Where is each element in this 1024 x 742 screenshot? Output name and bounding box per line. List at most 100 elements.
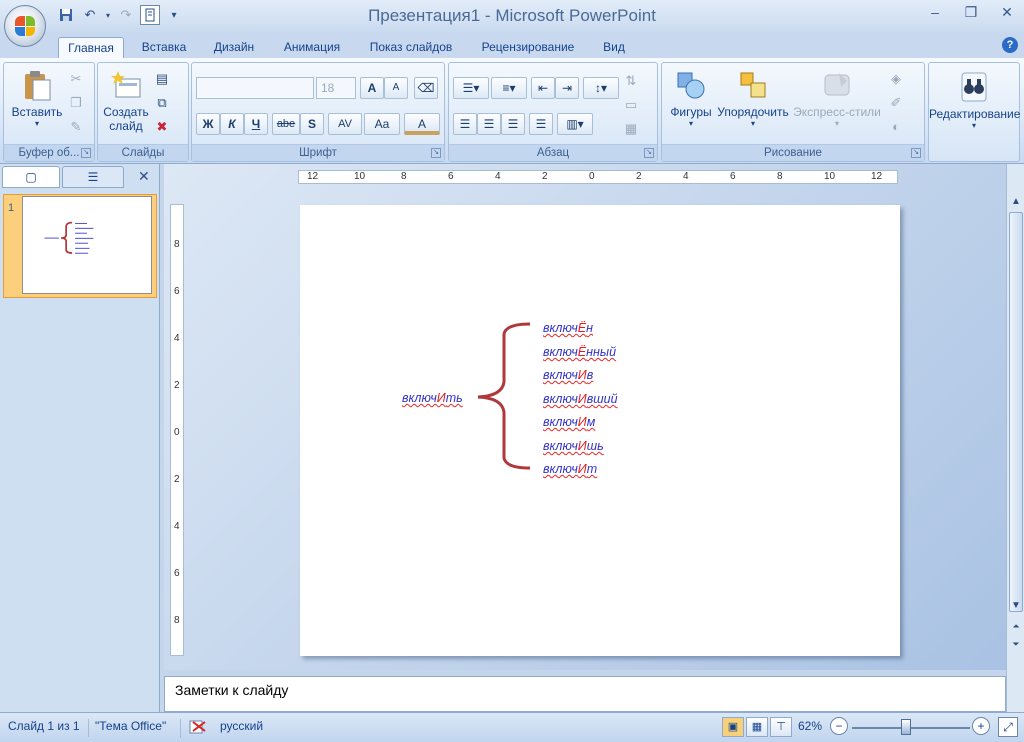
help-icon[interactable]: ? <box>1002 37 1018 53</box>
next-slide-icon[interactable]: ⏷ <box>1008 636 1024 652</box>
restore-button[interactable]: ❐ <box>960 4 982 24</box>
smartart-icon[interactable]: ▦ <box>621 119 641 139</box>
font-color-button[interactable]: A <box>404 113 440 135</box>
underline-button[interactable]: Ч <box>244 113 268 135</box>
tab-slides-thumbnails[interactable]: ▢ <box>2 166 60 188</box>
clipboard-launcher-icon[interactable]: ↘ <box>81 148 91 158</box>
word-form[interactable]: включЁнный <box>543 345 616 359</box>
align-center-icon[interactable]: ☰ <box>477 113 501 135</box>
arrange-button[interactable]: Упорядочить ▾ <box>716 69 790 128</box>
columns-button[interactable]: ▥▾ <box>557 113 593 135</box>
word-form-stem: включ <box>543 439 578 453</box>
font-size-combo[interactable]: 18 <box>316 77 356 99</box>
word-form[interactable]: включЁн <box>543 321 593 335</box>
format-painter-icon[interactable]: ✎ <box>66 117 86 137</box>
scroll-up-icon[interactable]: ▲ <box>1008 194 1024 210</box>
close-button[interactable]: ✕ <box>996 4 1018 24</box>
zoom-slider-handle[interactable] <box>900 719 911 735</box>
minimize-button[interactable]: – <box>924 4 946 24</box>
cut-icon[interactable]: ✂ <box>66 69 86 89</box>
spacing-button[interactable]: AV <box>328 113 362 135</box>
tab-slideshow[interactable]: Показ слайдов <box>364 37 458 58</box>
drawing-launcher-icon[interactable]: ↘ <box>911 148 921 158</box>
new-slide-button[interactable]: Создать слайд <box>100 69 152 133</box>
word-form[interactable]: включИт <box>543 462 597 476</box>
word-form[interactable]: включИв <box>543 368 593 382</box>
undo-icon[interactable]: ↶ <box>80 5 100 25</box>
font-launcher-icon[interactable]: ↘ <box>431 148 441 158</box>
previous-slide-icon[interactable]: ⏶ <box>1008 618 1024 634</box>
increase-indent-icon[interactable]: ⇥ <box>555 77 579 99</box>
save-icon[interactable] <box>56 5 76 25</box>
tab-insert[interactable]: Вставка <box>136 37 192 58</box>
numbering-button[interactable]: ≡▾ <box>491 77 527 99</box>
ruler-tick: 8 <box>401 171 407 182</box>
bullets-button[interactable]: ☰▾ <box>453 77 489 99</box>
customize-icon[interactable]: ▾ <box>164 5 184 25</box>
paragraph-launcher-icon[interactable]: ↘ <box>644 148 654 158</box>
clear-format-icon[interactable]: ⌫ <box>414 77 438 99</box>
tab-animation[interactable]: Анимация <box>278 37 346 58</box>
strikethrough-button[interactable]: abe <box>272 113 300 135</box>
tab-review[interactable]: Рецензирование <box>476 37 580 58</box>
align-right-icon[interactable]: ☰ <box>501 113 525 135</box>
normal-view-icon[interactable]: ▣ <box>722 717 744 737</box>
tab-home[interactable]: Главная <box>58 37 124 58</box>
ruler-tick: 4 <box>495 171 501 182</box>
word-form-ending: вший <box>586 392 618 406</box>
print-preview-icon[interactable] <box>140 5 160 25</box>
line-spacing-button[interactable]: ↕▾ <box>583 77 619 99</box>
tab-view[interactable]: Вид <box>598 37 630 58</box>
text-direction-icon[interactable]: ⇅ <box>621 71 641 91</box>
change-case-button[interactable]: Aa <box>364 113 400 135</box>
italic-button[interactable]: К <box>220 113 244 135</box>
undo-dropdown-icon[interactable]: ▾ <box>104 5 112 25</box>
slideshow-view-icon[interactable]: ⊤ <box>770 717 792 737</box>
word-form[interactable]: включИвший <box>543 392 618 406</box>
zoom-in-icon[interactable]: + <box>972 717 990 735</box>
office-button[interactable] <box>4 5 46 47</box>
paste-button[interactable]: Вставить ▾ <box>8 69 66 128</box>
tab-outline[interactable]: ☰ <box>62 166 124 188</box>
reset-slide-icon[interactable]: ⧉ <box>152 93 172 113</box>
align-text-icon[interactable]: ▭ <box>621 95 641 115</box>
layout-icon[interactable]: ▤ <box>152 69 172 89</box>
scroll-down-icon[interactable]: ▼ <box>1008 598 1024 614</box>
shadow-button[interactable]: S <box>300 113 324 135</box>
new-slide-icon <box>110 69 142 101</box>
zoom-slider-track[interactable] <box>852 727 970 729</box>
root-word[interactable]: включИть <box>402 391 463 405</box>
zoom-level[interactable]: 62% <box>798 719 822 733</box>
delete-slide-icon[interactable]: ✖ <box>152 117 172 137</box>
tab-design[interactable]: Дизайн <box>208 37 260 58</box>
scrollbar-thumb[interactable] <box>1009 212 1023 612</box>
shape-outline-icon[interactable]: ✐ <box>886 93 906 113</box>
justify-icon[interactable]: ☰ <box>529 113 553 135</box>
vertical-scrollbar[interactable]: ▲ ▼ ⏶ ⏷ <box>1006 164 1024 712</box>
slide-canvas[interactable]: включИть включЁн включЁнный включИв включИв… <box>300 205 900 656</box>
shape-fill-icon[interactable]: ◈ <box>886 69 906 89</box>
align-left-icon[interactable]: ☰ <box>453 113 477 135</box>
font-name-combo[interactable] <box>196 77 314 99</box>
fit-to-window-icon[interactable]: ⤢ <box>998 717 1018 737</box>
word-form-stem: включ <box>543 392 578 406</box>
shape-effects-icon[interactable]: ◐ <box>886 117 906 137</box>
shrink-font-button[interactable]: A <box>384 77 408 99</box>
editing-button[interactable]: Редактирование ▾ <box>929 71 1020 130</box>
word-form[interactable]: включИшь <box>543 439 604 453</box>
slide-sorter-icon[interactable]: ▦ <box>746 717 768 737</box>
shapes-button[interactable]: Фигуры ▾ <box>666 69 716 128</box>
bold-button[interactable]: Ж <box>196 113 220 135</box>
grow-font-button[interactable]: A <box>360 77 384 99</box>
slide-thumbnail[interactable] <box>22 196 152 294</box>
language[interactable]: русский <box>220 719 263 733</box>
zoom-out-icon[interactable]: − <box>830 717 848 735</box>
spellcheck-icon[interactable] <box>180 719 220 738</box>
redo-icon[interactable]: ↷ <box>116 5 136 25</box>
copy-icon[interactable]: ❐ <box>66 93 86 113</box>
close-panel-icon[interactable]: ✕ <box>138 168 150 185</box>
word-form[interactable]: включИм <box>543 415 595 429</box>
notes-pane[interactable]: Заметки к слайду <box>164 676 1006 712</box>
quick-styles-button[interactable]: Экспресс-стили ▾ <box>790 69 884 128</box>
decrease-indent-icon[interactable]: ⇤ <box>531 77 555 99</box>
